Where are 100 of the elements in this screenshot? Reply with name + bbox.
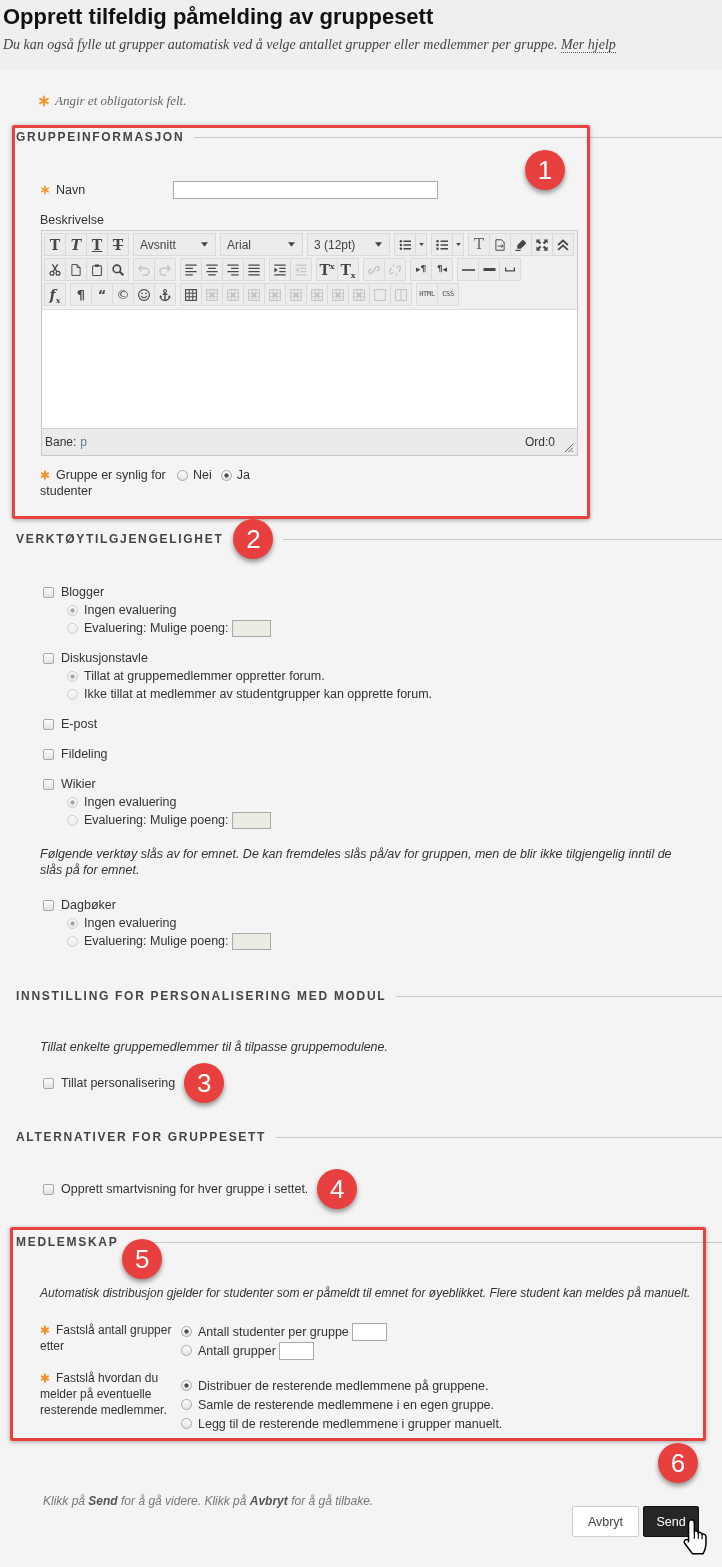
italic-button[interactable]: T [65,233,87,256]
numbered-list-icon [436,238,448,251]
expand-arrows-icon [536,238,548,251]
field-label: Navn [56,183,86,197]
number-field[interactable] [351,1322,387,1341]
numbered-list-button[interactable] [431,233,453,256]
radio-button[interactable] [181,1399,192,1410]
radio-button[interactable] [181,1326,192,1337]
fullscreen-button[interactable] [531,233,553,256]
editor-content-field[interactable] [42,309,577,428]
name-input[interactable] [173,181,438,199]
space-bracket-icon [505,267,515,272]
radio-label: Ikke tillat at medlemmer av studentgrupper kan opprette forum. [84,687,433,701]
number-field[interactable] [278,1341,314,1360]
plain-text-button[interactable]: T [468,233,490,256]
help-link[interactable]: Mer hjelp [560,37,616,53]
cancel-button[interactable]: Avbryt [572,1506,639,1537]
table-icon [311,288,323,301]
checkbox[interactable] [43,652,54,664]
justify-button[interactable] [243,258,265,281]
emoticon-button[interactable] [133,283,155,306]
instruction-text: Følgende verktøy slås av for emnet. De kan fremdeles slås på/av for gruppen, men de blir ikke tilgjengelig inntil de slås på for emnet. [40,846,673,878]
checkbox-label: Dagbøker [61,898,116,912]
align-center-button[interactable] [201,258,223,281]
radio-label: Antall studenter per gruppe [198,1324,349,1339]
table-button[interactable] [180,283,202,306]
align-right-icon [227,263,239,276]
radio-label: Evaluering: Mulige poeng: [84,934,229,948]
bullet-list-icon [399,238,411,251]
align-left-button[interactable] [180,258,202,281]
table-icon [185,288,197,301]
section-heading: GRUPPEINFORMASJON [16,130,185,144]
page-description: Du kan også fylle ut grupper automatisk ved å velge antallet grupper eller medlemmer per gruppe. Mer hjelp [3,36,617,54]
section-heading: INNSTILLING FOR PERSONALISERING MED MODUL [16,989,387,1003]
field-label: Gruppe er synlig for studenter [40,468,166,498]
step-badge: 1 [525,150,565,190]
radio-button[interactable] [181,1380,192,1391]
marker-icon [515,238,527,251]
radio-label: Legg til de resterende medlemmene i grupper manuelt. [198,1416,503,1431]
horizontal-line-button[interactable] [457,258,479,281]
left-to-right-button[interactable]: ▸¶ [410,258,432,281]
radio-label: Nei [193,468,212,482]
list-style-menu-button[interactable] [452,233,464,256]
copyright-button[interactable]: © [112,283,134,306]
align-right-button[interactable] [222,258,244,281]
section-heading: VERKTØYTILGJENGELIGHET [16,532,224,546]
highlight-button[interactable] [510,233,532,256]
right-to-left-button[interactable]: ¶◂ [431,258,453,281]
list-style-menu-button[interactable] [415,233,427,256]
cut-button[interactable] [44,258,66,281]
bold-button[interactable]: T [44,233,66,256]
paragraph-mark-button[interactable]: ¶ [70,283,92,306]
paste-button[interactable] [86,258,108,281]
radio-button[interactable] [181,1345,192,1356]
checkbox[interactable] [43,586,54,598]
copy-button[interactable] [65,258,87,281]
radio-button[interactable] [220,469,232,481]
table-icon [206,288,218,301]
step-badge: 3 [184,1063,225,1103]
thick-line-button[interactable] [478,258,500,281]
send-button[interactable]: Send [643,1506,699,1537]
double-chevron-up-icon [557,238,569,251]
caret-icon [375,242,382,247]
checkbox-label: Opprett smartvisning for hver gruppe i settet. [61,1182,309,1196]
step-badge: 6 [658,1443,698,1483]
thin-line-icon [461,268,475,271]
nonbreaking-space-button[interactable] [499,258,521,281]
resize-grip-icon[interactable] [564,443,573,452]
square-icon [374,288,386,301]
checkbox[interactable] [43,899,54,911]
dropdown[interactable]: Avsnitt [133,233,216,256]
checkbox[interactable] [43,748,54,760]
smiley-icon [138,288,150,301]
checkbox[interactable] [43,1077,54,1089]
collapse-toolbar-button[interactable] [552,233,574,256]
indent-icon [274,263,286,276]
formula-button[interactable]: f$_{x}$ [44,283,66,306]
table-icon [269,288,281,301]
checkbox[interactable] [43,1183,54,1195]
quote-button[interactable]: “ [91,283,113,306]
strikethrough-button[interactable]: T [107,233,129,256]
find-button[interactable] [107,258,129,281]
bullet-list-button[interactable] [394,233,416,256]
underline-button[interactable]: T [86,233,108,256]
dropdown[interactable]: Arial [220,233,303,256]
subscript-button[interactable]: T$_{x}$ [337,258,359,281]
superscript-button[interactable]: T$^{x}$ [316,258,338,281]
section-heading: ALTERNATIVER FOR GRUPPESETT [16,1130,267,1144]
checkbox[interactable] [43,718,54,730]
indent-button[interactable] [269,258,291,281]
path-element-link[interactable]: p [80,435,88,449]
section-heading: MEDLEMSKAP [16,1235,119,1249]
radio-button[interactable] [181,1418,192,1429]
table-icon [332,288,344,301]
paste-text-button[interactable] [489,233,511,256]
dropdown[interactable]: 3 (12pt) [307,233,390,256]
anchor-button[interactable] [154,283,176,306]
table-icon [290,288,302,301]
radio-button[interactable] [177,469,188,481]
checkbox[interactable] [43,778,54,790]
